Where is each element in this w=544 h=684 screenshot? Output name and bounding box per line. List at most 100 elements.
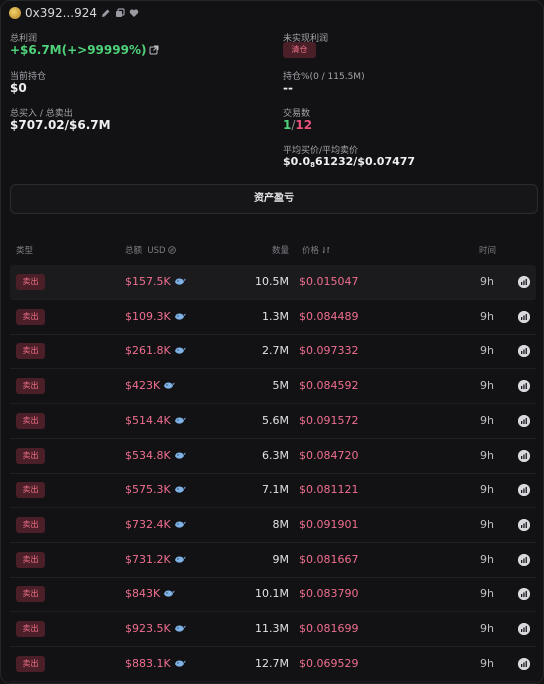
trade-time: 9h xyxy=(480,309,494,323)
edit-icon[interactable] xyxy=(101,8,111,18)
heart-icon[interactable] xyxy=(129,8,139,18)
trade-total-value: $923.5K xyxy=(125,622,171,635)
external-link-icon[interactable] xyxy=(149,45,159,55)
trade-total-value: $883.1K xyxy=(125,656,171,670)
avatar-icon xyxy=(9,7,21,19)
trade-time: 9h xyxy=(480,622,494,635)
trade-time: 9h xyxy=(480,379,494,393)
table-row[interactable]: 卖出 $883.1K 12.7M $0.069529 9h xyxy=(10,647,536,682)
trade-amount: 1.3M xyxy=(262,309,289,323)
trade-type-badge: 卖出 xyxy=(16,655,45,672)
wallet-trade-panel: 0x392...924 总利润 +$6.7M(+>99999%) 未实现利润 清… xyxy=(0,0,544,684)
trade-amount: 11.3M xyxy=(255,622,289,635)
buy-sell-value: $707.02/$6.7M xyxy=(10,118,111,132)
table-row[interactable]: 卖出 $514.4K 5.6M $0.091572 9h xyxy=(10,404,536,439)
whale-icon xyxy=(174,276,186,286)
trade-time: 9h xyxy=(480,344,494,358)
trade-total: $423K xyxy=(125,369,175,403)
whale-icon xyxy=(163,588,175,598)
chart-icon[interactable] xyxy=(518,345,530,358)
trade-total: $883.1K xyxy=(125,647,186,681)
asset-pnl-button[interactable]: 资产盈亏 xyxy=(10,184,538,214)
col-price-header[interactable]: 价格 xyxy=(302,244,330,256)
chart-icon[interactable] xyxy=(518,657,530,670)
col-total-header[interactable]: 总额 USD xyxy=(125,244,177,256)
swap-icon[interactable] xyxy=(168,246,177,256)
table-row[interactable]: 卖出 $109.3K 1.3M $0.084489 9h xyxy=(10,300,536,335)
clear-position-button[interactable]: 清仓 xyxy=(283,42,316,58)
table-row[interactable]: 卖出 $923.5K 11.3M $0.081699 9h xyxy=(10,612,536,647)
trade-total-value: $843K xyxy=(125,587,161,601)
trade-amount: 12.7M xyxy=(255,656,289,670)
trade-total-value: $534.8K xyxy=(125,448,171,462)
trade-price: $0.084592 xyxy=(299,379,359,393)
trade-price: $0.084720 xyxy=(299,448,359,462)
trade-total: $261.8K xyxy=(125,334,186,368)
trade-type-badge: 卖出 xyxy=(16,412,45,429)
chart-icon[interactable] xyxy=(518,380,530,393)
trade-amount: 2.7M xyxy=(262,344,289,358)
trade-time: 9h xyxy=(480,517,494,531)
trade-total: $732.4K xyxy=(125,508,186,542)
trade-amount: 5M xyxy=(272,379,290,393)
trade-total-value: $423K xyxy=(125,379,161,393)
trade-amount: 8M xyxy=(272,517,290,531)
table-row[interactable]: 卖出 $843K 10.1M $0.083790 9h xyxy=(10,577,536,613)
trade-time: 9h xyxy=(480,448,494,462)
trade-amount: 9M xyxy=(272,552,290,566)
holding-pct-label: 持仓%(0 / 115.5M) xyxy=(283,72,365,82)
trade-time: 9h xyxy=(480,483,494,497)
whale-icon xyxy=(174,658,186,668)
trade-time: 9h xyxy=(480,552,494,566)
trade-total-value: $514.4K xyxy=(125,413,171,427)
table-row[interactable]: 卖出 $157.5K 10.5M $0.015047 9h xyxy=(10,265,536,300)
whale-icon xyxy=(174,554,186,564)
avg-price-value: $0.0861232/$0.07477 xyxy=(283,155,415,169)
trade-price: $0.097332 xyxy=(299,344,359,358)
chart-icon[interactable] xyxy=(518,588,530,601)
trade-type-badge: 卖出 xyxy=(16,343,45,360)
copy-icon[interactable] xyxy=(115,8,125,18)
trade-amount: 10.5M xyxy=(255,275,289,288)
total-profit-amount: +$6.7M(+>99999%) xyxy=(10,43,147,57)
chart-icon[interactable] xyxy=(518,310,530,323)
trade-type-badge: 卖出 xyxy=(16,447,45,464)
table-row[interactable]: 卖出 $261.8K 2.7M $0.097332 9h xyxy=(10,334,536,370)
trade-total-value: $109.3K xyxy=(125,309,171,323)
chart-icon[interactable] xyxy=(518,276,530,288)
trade-price: $0.069529 xyxy=(299,656,359,670)
table-row[interactable]: 卖出 $732.4K 8M $0.091901 9h xyxy=(10,508,536,543)
whale-icon xyxy=(163,380,175,390)
whale-icon xyxy=(174,311,186,321)
wallet-address[interactable]: 0x392...924 xyxy=(25,6,97,20)
col-total-unit: USD xyxy=(147,246,166,256)
col-type-header: 类型 xyxy=(16,246,34,256)
whale-icon xyxy=(174,623,186,633)
table-row[interactable]: 卖出 $731.2K 9M $0.081667 9h xyxy=(10,543,536,578)
trade-amount: 5.6M xyxy=(262,413,289,427)
col-time-header: 时间 xyxy=(479,246,497,256)
total-profit-value: +$6.7M(+>99999%) xyxy=(10,43,159,57)
holding-value: $0 xyxy=(10,81,27,95)
trade-total: $514.4K xyxy=(125,404,186,438)
chart-icon[interactable] xyxy=(518,414,530,427)
chart-icon[interactable] xyxy=(518,449,530,462)
trade-total-value: $731.2K xyxy=(125,552,171,566)
trades-count: 1/12 xyxy=(283,118,312,132)
chart-icon[interactable] xyxy=(518,484,530,497)
chart-icon[interactable] xyxy=(518,623,530,635)
trade-type-badge: 卖出 xyxy=(16,586,45,603)
trade-price: $0.015047 xyxy=(299,275,359,288)
trade-amount: 6.3M xyxy=(262,448,289,462)
table-row[interactable]: 卖出 $534.8K 6.3M $0.084720 9h xyxy=(10,439,536,474)
chart-icon[interactable] xyxy=(518,553,530,566)
whale-icon xyxy=(174,519,186,529)
whale-icon xyxy=(174,345,186,355)
table-row[interactable]: 卖出 $575.3K 7.1M $0.081121 9h xyxy=(10,473,536,509)
sort-icon[interactable] xyxy=(322,246,330,256)
trade-total-value: $261.8K xyxy=(125,344,171,358)
table-row[interactable]: 卖出 $423K 5M $0.084592 9h xyxy=(10,369,536,405)
chart-icon[interactable] xyxy=(518,518,530,531)
trade-amount: 10.1M xyxy=(255,587,289,601)
trade-time: 9h xyxy=(480,413,494,427)
